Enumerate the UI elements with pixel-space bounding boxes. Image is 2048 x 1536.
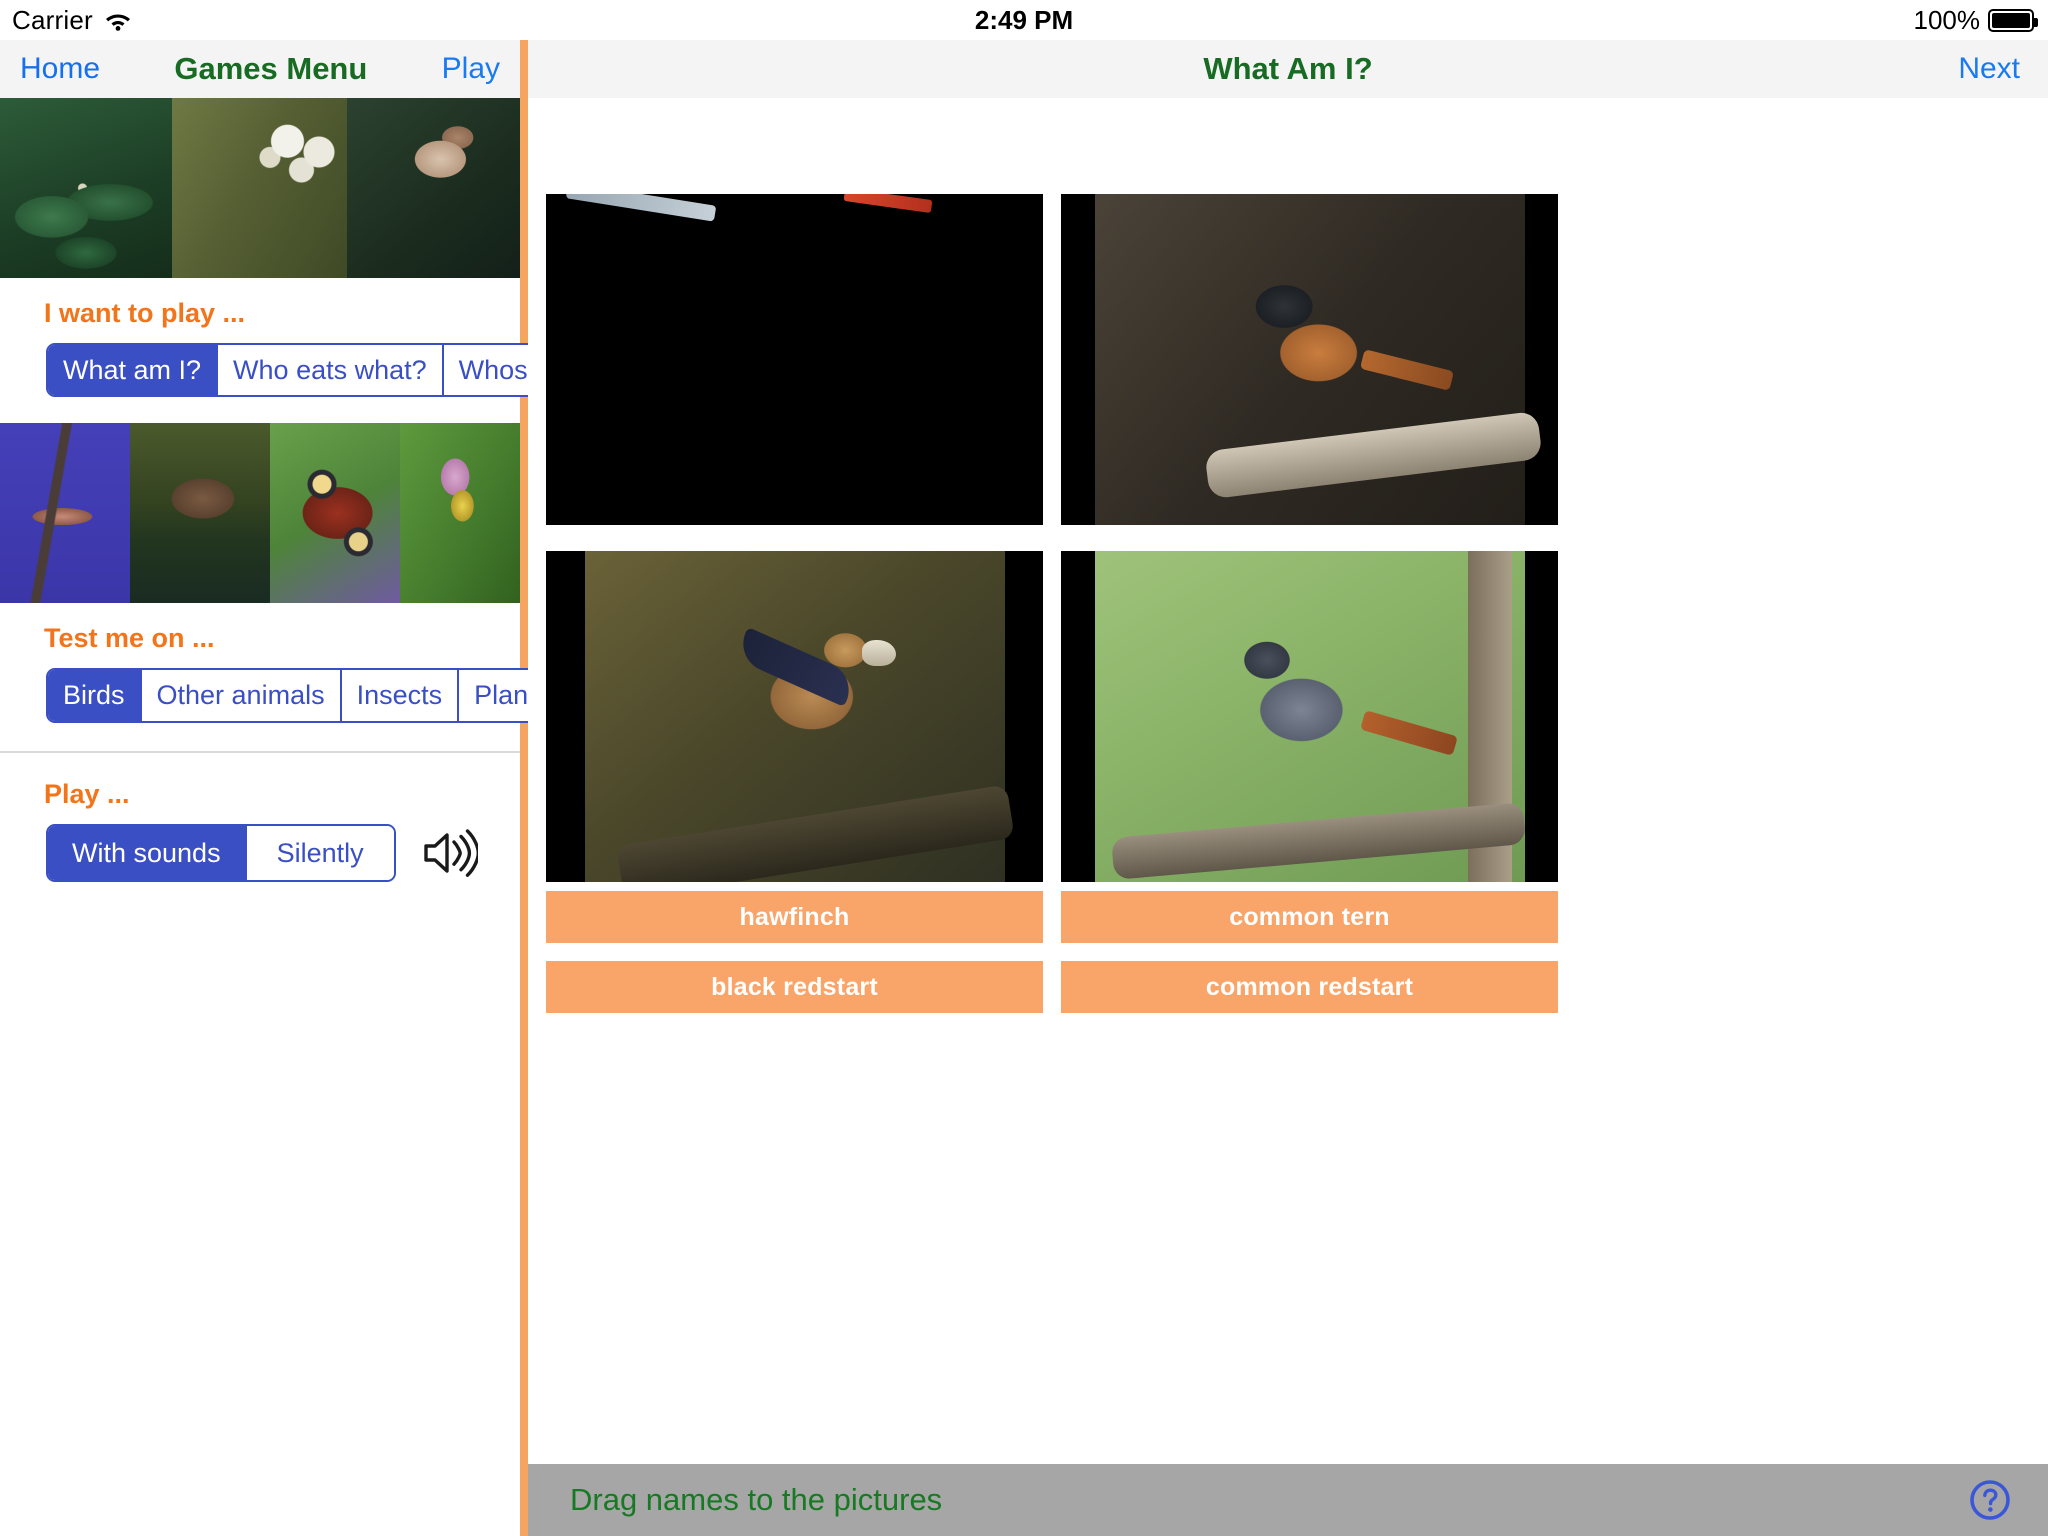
answer-tile-black-redstart[interactable]: black redstart: [546, 961, 1043, 1013]
status-bar-right: 100%: [1913, 4, 2038, 36]
answer-tile-hawfinch[interactable]: hawfinch: [546, 891, 1043, 943]
speaker-sound-icon[interactable]: [422, 827, 480, 879]
thumbnail-bee-orchid-plant[interactable]: [400, 423, 520, 604]
answer-tiles-grid: hawfinch common tern black redstart comm…: [546, 891, 1566, 1013]
games-menu-title: Games Menu: [174, 51, 368, 86]
segment-silently[interactable]: Silently: [246, 825, 394, 881]
quiz-navbar: What Am I? Next: [528, 40, 2048, 98]
help-question-circle-icon[interactable]: [1968, 1478, 2012, 1522]
games-menu-pane: Home Games Menu Play I want to play ... …: [0, 0, 641, 1536]
section-i-want-to-play: I want to play ... What am I? Who eats w…: [0, 278, 641, 401]
answer-tile-common-redstart[interactable]: common redstart: [1061, 961, 1558, 1013]
segment-birds[interactable]: Birds: [48, 670, 142, 721]
thumbnail-red-kite-bird[interactable]: [0, 423, 130, 604]
thumbnail-strip-mid: [0, 423, 520, 604]
games-menu-navbar: Home Games Menu Play: [0, 40, 520, 98]
next-button[interactable]: Next: [1958, 52, 2020, 86]
quiz-picture-common-tern[interactable]: [546, 194, 1043, 525]
quiz-picture-hawfinch[interactable]: [546, 551, 1043, 882]
split-view-divider[interactable]: [520, 40, 528, 1536]
battery-full-icon: [1988, 8, 2038, 32]
quiz-picture-common-redstart[interactable]: [1061, 194, 1558, 525]
thumbnail-strip-top: [0, 98, 520, 278]
section-label-play: Play ...: [44, 778, 130, 809]
quiz-bottom-bar: Drag names to the pictures: [528, 1464, 2048, 1536]
answer-tile-common-tern[interactable]: common tern: [1061, 891, 1558, 943]
home-button[interactable]: Home: [20, 52, 100, 86]
quiz-content-area: hawfinch common tern black redstart comm…: [528, 98, 2048, 1464]
section-play-mode: Play ... With sounds Silently: [0, 753, 520, 886]
app-screen: Carrier 2:49 PM 100% Home Games Menu Pla…: [0, 0, 2048, 1536]
play-mode-row: With sounds Silently: [0, 823, 520, 883]
section-label-i-want-to-play: I want to play ...: [44, 298, 246, 328]
segment-who-eats-what[interactable]: Who eats what?: [218, 345, 444, 396]
quiz-picture-grid: [546, 194, 1566, 882]
segmented-control-sound-mode[interactable]: With sounds Silently: [46, 823, 396, 883]
thumbnail-white-umbel-flowers[interactable]: [172, 98, 347, 278]
status-bar: Carrier 2:49 PM 100%: [0, 0, 2048, 40]
clock-label: 2:49 PM: [974, 4, 1074, 35]
section-test-me-on: Test me on ... Birds Other animals Insec…: [0, 603, 567, 726]
segmented-control-category[interactable]: Birds Other animals Insects Plants: [46, 668, 567, 723]
quiz-instruction-label: Drag names to the pictures: [570, 1482, 943, 1517]
section-label-test-me-on: Test me on ...: [44, 623, 215, 654]
segment-other-animals[interactable]: Other animals: [141, 670, 342, 721]
segment-what-am-i[interactable]: What am I?: [48, 345, 219, 396]
quiz-pane: What Am I? Next hawfinch common tern bla…: [528, 0, 2048, 1536]
thumbnail-water-vole-animal[interactable]: [130, 423, 270, 604]
thumbnail-nightingale-bird[interactable]: [347, 98, 520, 278]
battery-percent-label: 100%: [1913, 4, 1981, 35]
segment-with-sounds[interactable]: With sounds: [48, 825, 247, 881]
play-button[interactable]: Play: [442, 52, 500, 86]
quiz-picture-black-redstart[interactable]: [1061, 551, 1558, 882]
thumbnail-peacock-butterfly[interactable]: [270, 423, 400, 604]
thumbnail-herb-paris-plant[interactable]: [0, 98, 172, 278]
quiz-title: What Am I?: [1203, 51, 1373, 86]
segment-insects[interactable]: Insects: [341, 670, 460, 721]
